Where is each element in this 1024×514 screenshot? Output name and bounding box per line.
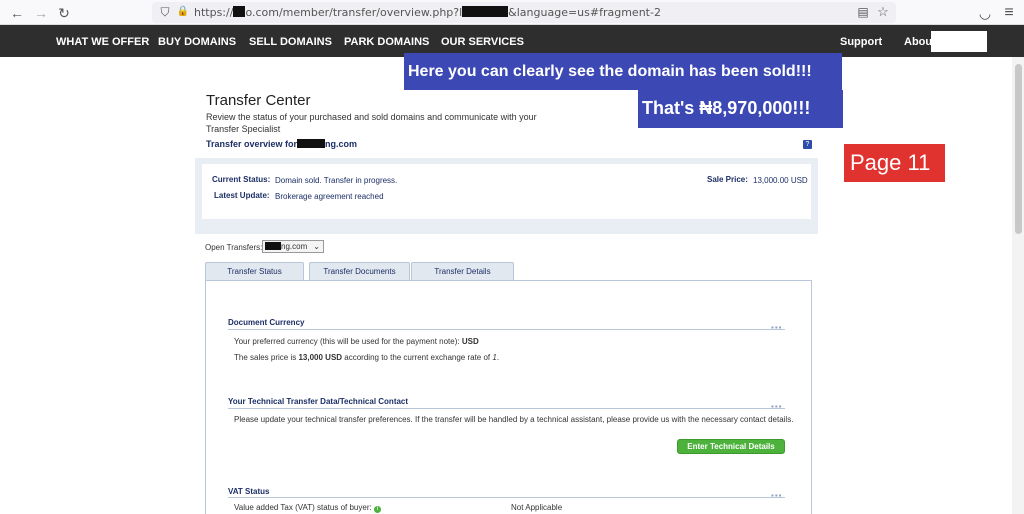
open-transfers-label: Open Transfers: [205,243,263,252]
nav-what-we-offer[interactable]: WHAT WE OFFER [56,36,149,48]
url-text: https://o.com/member/transfer/overview.p… [194,6,661,19]
collapse-dots-icon[interactable]: ▪▪▪ [771,402,783,411]
nav-park-domains[interactable]: PARK DOMAINS [344,36,429,48]
page-subtitle: Review the status of your purchased and … [206,112,537,134]
pocket-icon[interactable]: ◡ [976,4,994,22]
reload-icon[interactable]: ↻ [55,4,73,22]
enter-technical-details-button[interactable]: Enter Technical Details [677,439,785,454]
help-icon[interactable]: ? [803,140,812,149]
vat-status-title: VAT Status [228,487,270,496]
page-number-label: Page 11 [844,144,945,182]
collapse-dots-icon[interactable]: ▪▪▪ [771,491,783,500]
technical-transfer-text: Please update your technical transfer pr… [234,415,794,424]
latest-update-label: Latest Update: [214,191,270,200]
technical-transfer-title: Your Technical Transfer Data/Technical C… [228,397,409,406]
forward-icon[interactable]: → [32,4,50,22]
shield-icon[interactable]: ⛉ [156,3,174,21]
section-divider [228,408,785,409]
reader-view-icon[interactable]: ▤ [854,3,872,21]
transfer-overview-heading: Transfer overview for ng.com [206,139,358,149]
chevron-down-icon: ⌄ [313,242,320,251]
section-divider [228,497,785,498]
tab-transfer-status[interactable]: Transfer Status [205,262,304,281]
address-bar[interactable]: ⛉ 🔒 https://o.com/member/transfer/overvi… [152,2,896,23]
info-icon[interactable]: i [373,506,381,513]
sale-price-label: Sale Price: [707,175,748,184]
menu-icon[interactable]: ≡ [1000,4,1018,22]
tab-transfer-details[interactable]: Transfer Details [411,262,514,281]
status-panel-inner: Current Status: Domain sold. Transfer in… [202,164,811,219]
vat-value: Not Applicable [511,503,563,512]
nav-our-services[interactable]: OUR SERVICES [441,36,524,48]
lock-icon[interactable]: 🔒 [174,3,192,21]
back-icon[interactable]: ← [8,4,26,22]
section-divider [228,329,785,330]
page-title: Transfer Center [206,92,311,109]
document-currency-title: Document Currency [228,318,305,327]
latest-update-value: Brokerage agreement reached [275,192,384,201]
preferred-currency-text: Your preferred currency (this will be us… [234,337,479,346]
sales-price-text: The sales price is 13,000 USD according … [234,353,500,362]
browser-toolbar: ← → ↻ ⛉ 🔒 https://o.com/member/transfer/… [0,0,1024,25]
sold-annotation: Here you can clearly see the domain has … [404,53,842,90]
nav-support[interactable]: Support [840,36,882,48]
current-status-value: Domain sold. Transfer in progress. [275,176,398,185]
redaction-box [931,31,987,52]
current-status-label: Current Status: [212,175,271,184]
collapse-dots-icon[interactable]: ▪▪▪ [771,323,783,332]
open-transfers-select[interactable]: ng.com ⌄ [262,240,324,253]
nav-sell-domains[interactable]: SELL DOMAINS [249,36,332,48]
tab-transfer-documents[interactable]: Transfer Documents [309,262,410,281]
sale-price-value: 13,000.00 USD [753,176,808,185]
nav-buy-domains[interactable]: BUY DOMAINS [158,36,236,48]
price-annotation: That's ₦8,970,000!!! [638,90,843,128]
vat-label: Value added Tax (VAT) status of buyer: i [234,503,381,513]
bookmark-star-icon[interactable]: ☆ [874,3,892,21]
scrollbar-thumb[interactable] [1015,64,1022,234]
